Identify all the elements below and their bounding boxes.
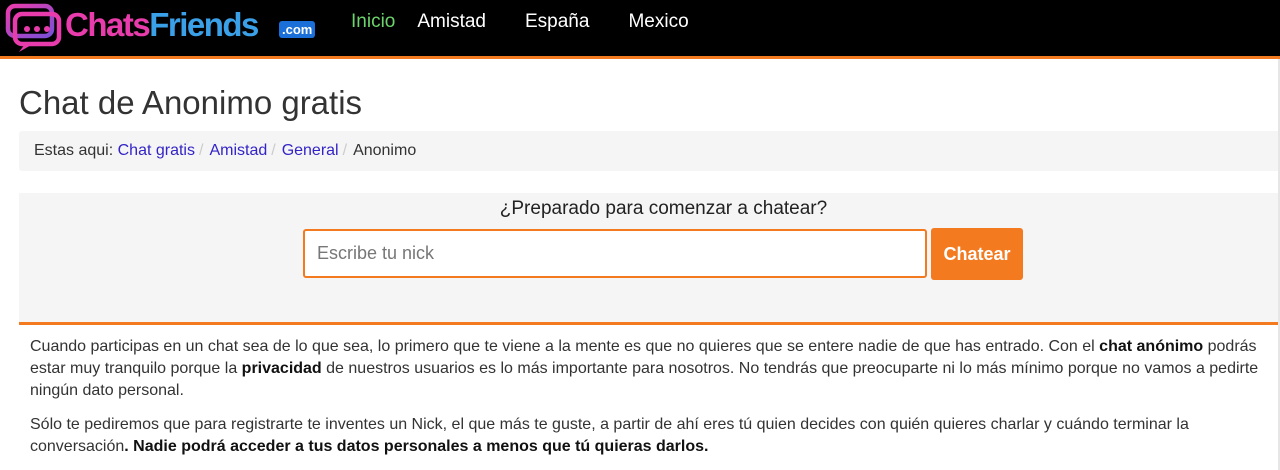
nav-link-espana[interactable]: España (525, 11, 589, 33)
top-navbar: ChatsFriends .com Inicio Amistad España … (0, 0, 1280, 59)
nav-link-mexico[interactable]: Mexico (628, 11, 688, 33)
paragraph-1-text-1: Cuando participas en un chat sea de lo q… (30, 338, 1100, 355)
paragraph-1-bold-1: chat anónimo (1099, 338, 1204, 355)
logo-wordmark: ChatsFriends (65, 5, 259, 45)
breadcrumb: Estas aqui: Chat gratis / Amistad / General /… (19, 131, 1280, 171)
site-logo[interactable]: ChatsFriends .com (5, 1, 323, 53)
breadcrumb-separator: / (198, 142, 204, 159)
breadcrumb-separator: / (342, 142, 348, 159)
paragraph-2: Sólo te pediremos que para registrarte t… (30, 414, 1280, 458)
breadcrumb-link-amistad[interactable]: Amistad (209, 142, 267, 159)
chatear-button[interactable]: Chatear (931, 228, 1023, 280)
chat-question: ¿Preparado para comenzar a chatear? (499, 198, 828, 219)
nav-link-inicio[interactable]: Inicio (351, 11, 395, 33)
logo-text-part2: Friends (149, 6, 259, 43)
breadcrumb-link-general[interactable]: General (282, 142, 339, 159)
breadcrumb-separator: / (271, 142, 276, 159)
main-nav: Inicio Amistad España Mexico (351, 0, 728, 44)
logo-text-part1: Chats (65, 6, 151, 43)
article-content: Cuando participas en un chat sea de lo q… (30, 336, 1280, 470)
breadcrumb-link-chat-gratis[interactable]: Chat gratis (118, 142, 195, 159)
chat-entry-panel: ¿Preparado para comenzar a chatear? Chat… (19, 193, 1280, 325)
logo-tld-badge: .com (279, 21, 316, 38)
nick-input[interactable] (303, 229, 927, 278)
page-title: Chat de Anonimo gratis (19, 84, 363, 121)
paragraph-2-bold-1: . Nadie podrá acceder a tus datos person… (124, 438, 709, 455)
nav-link-amistad[interactable]: Amistad (417, 11, 486, 33)
paragraph-1-bold-2: privacidad (241, 360, 322, 377)
paragraph-1: Cuando participas en un chat sea de lo q… (30, 336, 1280, 402)
breadcrumb-current: Anonimo (353, 142, 417, 159)
breadcrumb-prefix: Estas aqui: (34, 142, 114, 159)
chat-bubbles-icon (5, 3, 62, 52)
